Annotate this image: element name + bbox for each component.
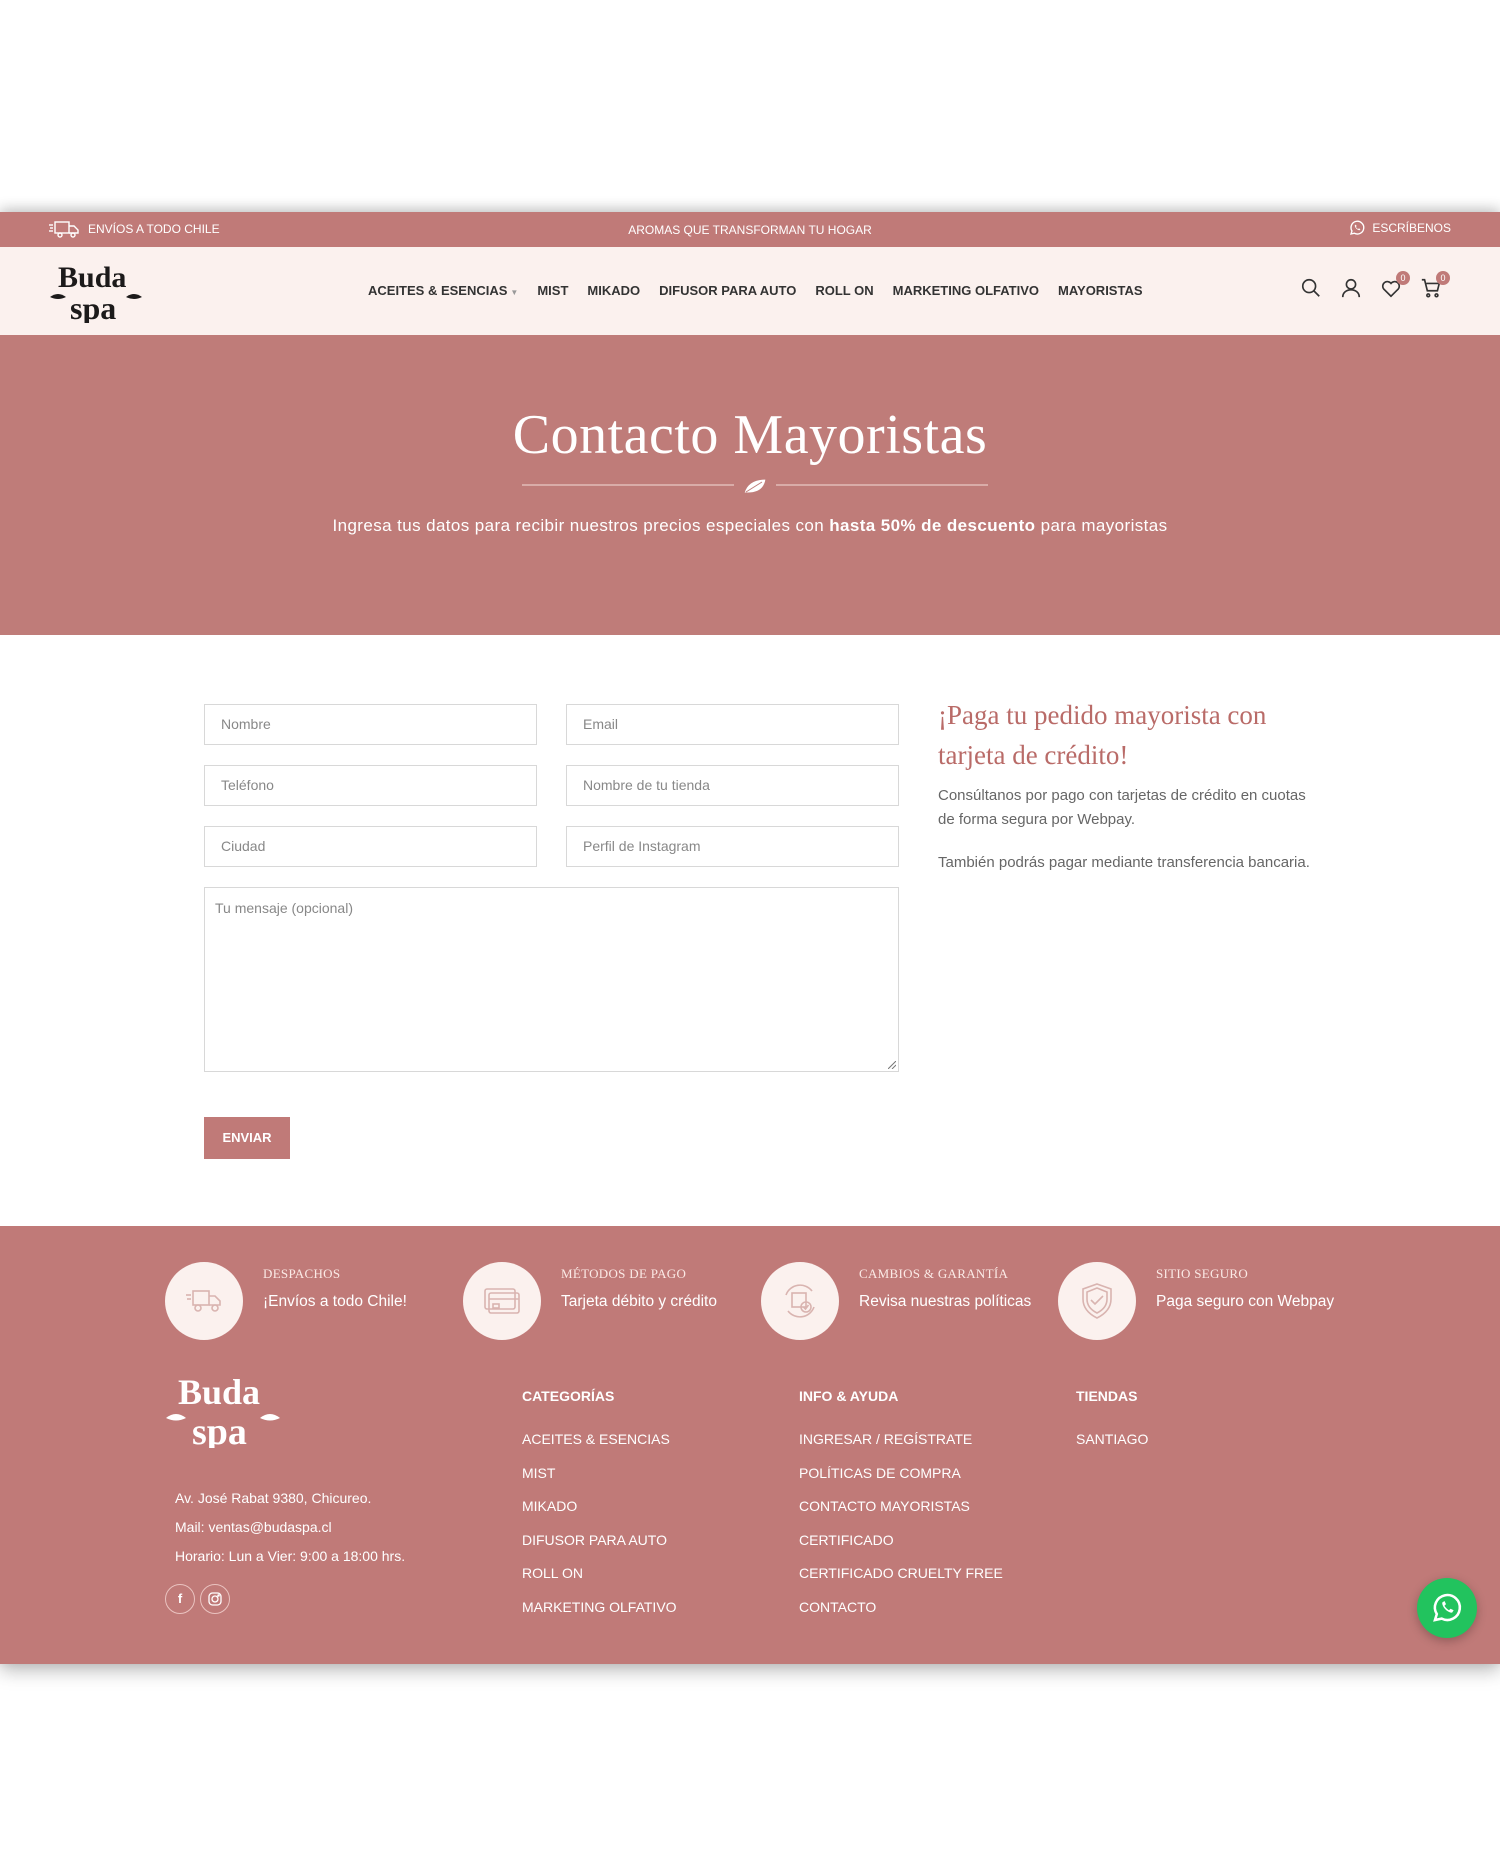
- instagram-icon: [208, 1592, 222, 1606]
- brand-logo[interactable]: Buda spa: [48, 257, 146, 323]
- search-icon: [1301, 278, 1320, 297]
- nav-item-difusor[interactable]: DIFUSOR PARA AUTO: [659, 283, 796, 298]
- shield-icon: [1082, 1283, 1112, 1319]
- facebook-icon: f: [177, 1591, 183, 1606]
- footer-email[interactable]: Mail: ventas@budaspa.cl: [175, 1519, 332, 1535]
- footer-link[interactable]: POLÍTICAS DE COMPRA: [799, 1465, 961, 1481]
- footer-link[interactable]: MIKADO: [522, 1498, 577, 1514]
- payment-text-webpay: Consúltanos por pago con tarjetas de cré…: [938, 787, 1306, 828]
- account-button[interactable]: [1340, 277, 1362, 299]
- facebook-link[interactable]: f: [165, 1584, 195, 1614]
- footer-hours: Horario: Lun a Vier: 9:00 a 18:00 hrs.: [175, 1548, 406, 1564]
- footer-col-title-categorias: CATEGORÍAS: [522, 1388, 615, 1404]
- footer-address: Av. José Rabat 9380, Chicureo.: [175, 1490, 372, 1506]
- feature-text: Tarjeta débito y crédito: [561, 1293, 717, 1310]
- nav-item-mist[interactable]: MIST: [537, 283, 568, 298]
- cart-count-badge: 0: [1436, 271, 1450, 285]
- nav-label: ACEITES & ESENCIAS: [368, 283, 508, 298]
- feature-text: Revisa nuestras políticas: [859, 1293, 1032, 1310]
- feature-title: SITIO SEGURO: [1156, 1266, 1249, 1281]
- user-icon: [1341, 278, 1361, 298]
- main-header: Buda spa ACEITES & ESENCIAS ▼ MIST MIKADO…: [0, 247, 1500, 335]
- feature-payment: MÉTODOS DE PAGO Tarjeta débito y crédito: [463, 1262, 753, 1342]
- top-announcement-bar: ENVÍOS A TODO CHILE AROMAS QUE TRANSFORM…: [0, 212, 1500, 247]
- main-navigation: ACEITES & ESENCIAS ▼ MIST MIKADO DIFUSOR …: [368, 283, 1143, 298]
- contact-whatsapp-text: ESCRÍBENOS: [1372, 221, 1451, 235]
- page-frame: ENVÍOS A TODO CHILE AROMAS QUE TRANSFORM…: [0, 212, 1500, 1664]
- exchange-icon: [785, 1284, 815, 1318]
- hero-subtitle-bold: hasta 50% de descuento: [829, 516, 1036, 535]
- payment-text-transfer: También podrás pagar mediante transferen…: [938, 854, 1310, 871]
- tagline: AROMAS QUE TRANSFORMAN TU HOGAR: [628, 223, 872, 237]
- hero-subtitle-post: para mayoristas: [1035, 516, 1168, 535]
- feature-text: Paga seguro con Webpay: [1156, 1293, 1335, 1310]
- feature-icon-circle: [463, 1262, 541, 1340]
- footer-link[interactable]: MIST: [522, 1465, 555, 1481]
- feature-icon-circle: [165, 1262, 243, 1340]
- ciudad-field[interactable]: Ciudad: [204, 826, 537, 867]
- nav-item-mikado[interactable]: MIKADO: [587, 283, 640, 298]
- leaf-icon: [743, 478, 767, 494]
- footer-link[interactable]: CONTACTO: [799, 1599, 876, 1615]
- cart-button[interactable]: 0: [1420, 271, 1450, 299]
- feature-secure: SITIO SEGURO Paga seguro con Webpay: [1058, 1262, 1348, 1342]
- feature-icon-circle: [1058, 1262, 1136, 1340]
- feature-icon-circle: [761, 1262, 839, 1340]
- feature-title: DESPACHOS: [263, 1266, 341, 1281]
- feature-title: MÉTODOS DE PAGO: [561, 1266, 687, 1281]
- wishlist-count-badge: 0: [1396, 271, 1410, 285]
- hero-subtitle: Ingresa tus datos para recibir nuestros …: [0, 516, 1500, 536]
- page-title: Contacto Mayoristas: [512, 404, 988, 466]
- footer-link[interactable]: DIFUSOR PARA AUTO: [522, 1532, 667, 1548]
- footer-link[interactable]: ROLL ON: [522, 1565, 583, 1581]
- instagram-link[interactable]: [200, 1584, 230, 1614]
- footer-link[interactable]: SANTIAGO: [1076, 1431, 1148, 1447]
- tienda-field[interactable]: Nombre de tu tienda: [566, 765, 899, 806]
- whatsapp-float-button[interactable]: [1417, 1578, 1477, 1638]
- mensaje-placeholder: Tu mensaje (opcional): [215, 900, 353, 916]
- footer-link[interactable]: MARKETING OLFATIVO: [522, 1599, 677, 1615]
- nombre-field[interactable]: Nombre: [204, 704, 537, 745]
- header-actions: 0 0: [1300, 271, 1450, 299]
- mensaje-textarea[interactable]: Tu mensaje (opcional): [204, 887, 899, 1072]
- search-button[interactable]: [1300, 277, 1322, 299]
- hero-banner: Contacto Mayoristas Ingresa tus datos pa…: [0, 335, 1500, 635]
- footer-link[interactable]: ACEITES & ESENCIAS: [522, 1431, 670, 1447]
- svg-text:spa: spa: [70, 290, 116, 323]
- svg-text:Buda: Buda: [178, 1372, 260, 1412]
- footer-col-title-tiendas: TIENDAS: [1076, 1388, 1138, 1404]
- feature-returns: CAMBIOS & GARANTÍA Revisa nuestras polít…: [761, 1262, 1051, 1342]
- footer-link[interactable]: CERTIFICADO CRUELTY FREE: [799, 1565, 1003, 1581]
- feature-shipping: DESPACHOS ¡Envíos a todo Chile!: [165, 1262, 455, 1342]
- wishlist-button[interactable]: 0: [1380, 271, 1410, 299]
- telefono-field[interactable]: Teléfono: [204, 765, 537, 806]
- whatsapp-icon: [1350, 220, 1365, 235]
- footer-link[interactable]: CERTIFICADO: [799, 1532, 894, 1548]
- leaf-divider: [522, 478, 988, 494]
- feature-text: ¡Envíos a todo Chile!: [263, 1293, 407, 1310]
- whatsapp-icon: [1433, 1593, 1462, 1622]
- truck-icon: [186, 1290, 221, 1312]
- nav-item-roll-on[interactable]: ROLL ON: [815, 283, 873, 298]
- footer-link[interactable]: INGRESAR / REGÍSTRATE: [799, 1431, 972, 1447]
- footer-link[interactable]: CONTACTO MAYORISTAS: [799, 1498, 970, 1514]
- site-footer: DESPACHOS ¡Envíos a todo Chile! MÉTODOS …: [0, 1226, 1500, 1664]
- submit-button[interactable]: ENVIAR: [204, 1117, 290, 1159]
- footer-col-title-info: INFO & AYUDA: [799, 1388, 899, 1404]
- feature-title: CAMBIOS & GARANTÍA: [859, 1266, 1009, 1281]
- instagram-field[interactable]: Perfil de Instagram: [566, 826, 899, 867]
- hero-subtitle-pre: Ingresa tus datos para recibir nuestros …: [332, 516, 830, 535]
- nav-item-marketing[interactable]: MARKETING OLFATIVO: [893, 283, 1039, 298]
- resize-handle-icon[interactable]: [888, 1061, 896, 1069]
- contact-whatsapp-link[interactable]: ESCRÍBENOS: [1348, 219, 1451, 237]
- nav-item-mayoristas[interactable]: MAYORISTAS: [1058, 283, 1143, 298]
- footer-logo[interactable]: Buda spa: [164, 1370, 284, 1448]
- svg-text:spa: spa: [192, 1411, 247, 1448]
- credit-card-icon: [484, 1288, 520, 1314]
- payment-heading: ¡Paga tu pedido mayorista con tarjeta de…: [938, 700, 1267, 770]
- chevron-down-icon: ▼: [510, 288, 519, 297]
- nav-item-aceites[interactable]: ACEITES & ESENCIAS ▼: [368, 283, 518, 298]
- email-field[interactable]: Email: [566, 704, 899, 745]
